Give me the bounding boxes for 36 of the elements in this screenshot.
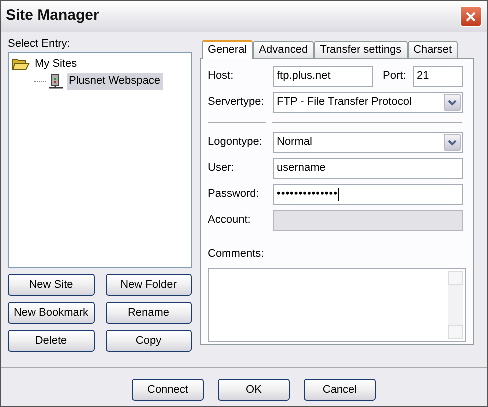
dialog-button[interactable]: Connect	[132, 379, 204, 401]
entry-button[interactable]: New Bookmark	[8, 302, 94, 324]
comments-field[interactable]	[208, 268, 466, 342]
tab[interactable]: Advanced	[253, 41, 314, 58]
field-label: Servertype:	[208, 95, 266, 110]
entry-button[interactable]: Rename	[106, 302, 192, 324]
field-label: Account:	[208, 213, 252, 228]
window-title: Site Manager	[6, 6, 100, 26]
tab[interactable]: Transfer settings	[314, 41, 408, 58]
tree-item[interactable]: My Sites	[33, 56, 80, 73]
field-label: Logontype:	[208, 135, 264, 150]
dialog-button[interactable]: Cancel	[304, 379, 376, 401]
port-field[interactable]: 21	[413, 66, 463, 87]
entry-button[interactable]: New Folder	[106, 274, 192, 296]
tab[interactable]: General	[202, 40, 254, 59]
server-icon	[48, 74, 64, 90]
scrollbar[interactable]	[448, 270, 463, 338]
section-label: Select Entry:	[8, 37, 72, 52]
close-button[interactable]	[460, 6, 482, 27]
field-label: Host:	[208, 69, 235, 84]
entry-button[interactable]: New Site	[8, 274, 94, 296]
user-field[interactable]: username	[273, 158, 463, 179]
logontype-dropdown[interactable]: Normal	[273, 132, 463, 153]
field-label: Password:	[208, 187, 260, 202]
field-label: Comments:	[208, 247, 266, 262]
servertype-dropdown[interactable]: FTP - File Transfer Protocol	[273, 92, 463, 113]
entry-button[interactable]: Copy	[106, 330, 192, 352]
entry-button[interactable]: Delete	[8, 330, 94, 352]
tab[interactable]: Charset	[408, 41, 458, 58]
close-icon	[466, 12, 476, 22]
tree-item[interactable]: Plusnet Webspace	[67, 73, 163, 90]
field-label: Port:	[383, 69, 408, 84]
host-field[interactable]: ftp.plus.net	[273, 66, 373, 87]
password-field[interactable]: ••••••••••••••	[273, 184, 463, 205]
dialog-button[interactable]: OK	[218, 379, 290, 401]
field-label: User:	[208, 161, 236, 176]
